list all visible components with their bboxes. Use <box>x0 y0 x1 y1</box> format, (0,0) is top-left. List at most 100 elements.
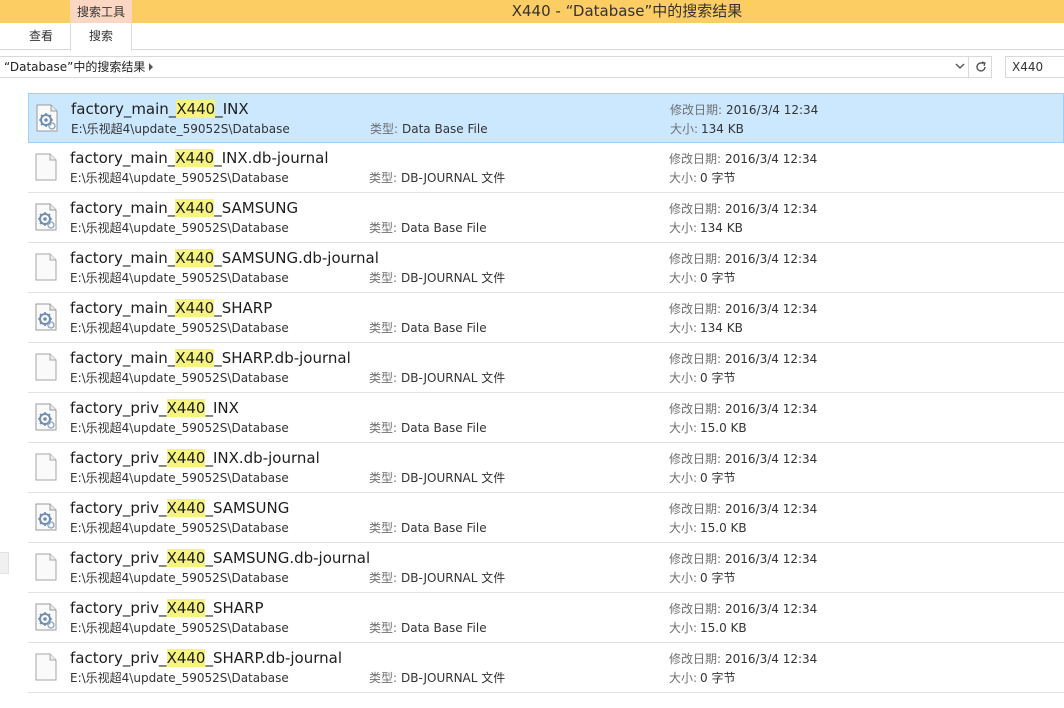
file-name[interactable]: factory_priv_X440_INX <box>70 398 239 418</box>
file-name[interactable]: factory_main_X440_SAMSUNG <box>70 198 298 218</box>
file-name[interactable]: factory_priv_X440_SHARP.db-journal <box>70 648 342 668</box>
tab-search[interactable]: 搜索 <box>70 23 132 51</box>
search-term-highlight: X440 <box>175 299 215 317</box>
file-name-prefix: factory_priv_ <box>70 549 167 567</box>
file-name-suffix: _INX <box>205 399 239 417</box>
modified-label: 修改日期: <box>669 202 722 216</box>
address-dropdown-button[interactable] <box>952 57 968 77</box>
file-name[interactable]: factory_main_X440_SHARP <box>70 298 272 318</box>
file-size: 15.0 KB <box>700 621 747 635</box>
file-row[interactable]: factory_main_X440_INX.db-journal E:\乐视超4\… <box>28 143 1064 193</box>
search-term-highlight: X440 <box>176 100 216 118</box>
file-type: DB-JOURNAL 文件 <box>401 571 506 585</box>
file-row[interactable]: factory_priv_X440_SAMSUNG E:\乐视超4\update_… <box>28 493 1064 543</box>
file-row[interactable]: factory_priv_X440_SHARP.db-journal E:\乐视超… <box>28 643 1064 693</box>
file-name-suffix: _SHARP <box>214 299 273 317</box>
type-label: 类型: <box>369 621 398 635</box>
title-bar[interactable]: 搜索工具 X440 - “Database”中的搜索结果 <box>0 0 1064 23</box>
size-label: 大小: <box>669 571 698 585</box>
database-file-icon <box>35 603 57 631</box>
file-name-prefix: factory_main_ <box>70 299 176 317</box>
search-term-highlight: X440 <box>166 599 206 617</box>
file-row[interactable]: factory_priv_X440_SHARP E:\乐视超4\update_59… <box>28 593 1064 643</box>
modified-label: 修改日期: <box>669 152 722 166</box>
blank-file-icon <box>35 253 57 281</box>
type-label: 类型: <box>369 421 398 435</box>
file-row[interactable]: factory_priv_X440_INX E:\乐视超4\update_5905… <box>28 393 1064 443</box>
file-row[interactable]: factory_main_X440_SHARP.db-journal E:\乐视超… <box>28 343 1064 393</box>
modified-date: 2016/3/4 12:34 <box>725 552 818 566</box>
file-path: E:\乐视超4\update_59052S\Database <box>71 122 290 136</box>
type-label: 类型: <box>369 321 398 335</box>
breadcrumb-chevron-icon[interactable] <box>149 63 153 71</box>
file-row[interactable]: factory_main_X440_SAMSUNG.db-journal E:\乐… <box>28 243 1064 293</box>
modified-date: 2016/3/4 12:34 <box>725 652 818 666</box>
search-term-highlight: X440 <box>166 449 206 467</box>
size-label: 大小: <box>670 122 699 136</box>
file-name-prefix: factory_priv_ <box>70 499 167 517</box>
file-name[interactable]: factory_main_X440_SAMSUNG.db-journal <box>70 248 379 268</box>
file-row[interactable]: factory_main_X440_SAMSUNG E:\乐视超4\update_… <box>28 193 1064 243</box>
type-label: 类型: <box>369 571 398 585</box>
type-label: 类型: <box>369 171 398 185</box>
modified-date: 2016/3/4 12:34 <box>725 302 818 316</box>
modified-label: 修改日期: <box>669 352 722 366</box>
search-tools-context-header: 搜索工具 <box>70 0 132 23</box>
file-type: Data Base File <box>401 421 487 435</box>
modified-label: 修改日期: <box>669 552 722 566</box>
file-size: 0 字节 <box>700 571 736 585</box>
tab-view[interactable]: 查看 <box>14 23 68 50</box>
modified-label: 修改日期: <box>669 252 722 266</box>
search-input[interactable]: X440 <box>1005 56 1064 78</box>
breadcrumb[interactable]: “Database”中的搜索结果 <box>4 57 145 77</box>
file-name[interactable]: factory_priv_X440_SHARP <box>70 598 264 618</box>
nav-pane-item[interactable] <box>0 552 9 574</box>
refresh-button[interactable] <box>968 57 992 77</box>
type-label: 类型: <box>369 471 398 485</box>
file-name-suffix: _INX <box>215 100 249 118</box>
database-file-icon <box>35 303 57 331</box>
file-path: E:\乐视超4\update_59052S\Database <box>70 521 289 535</box>
file-path: E:\乐视超4\update_59052S\Database <box>70 571 289 585</box>
size-label: 大小: <box>669 421 698 435</box>
file-name[interactable]: factory_priv_X440_INX.db-journal <box>70 448 320 468</box>
modified-label: 修改日期: <box>670 103 723 117</box>
modified-date: 2016/3/4 12:34 <box>725 402 818 416</box>
file-name-prefix: factory_priv_ <box>70 649 167 667</box>
navigation-pane[interactable] <box>0 86 12 708</box>
file-row[interactable]: factory_priv_X440_INX.db-journal E:\乐视超4\… <box>28 443 1064 493</box>
file-row[interactable]: factory_main_X440_SHARP E:\乐视超4\update_59… <box>28 293 1064 343</box>
file-name-suffix: _INX.db-journal <box>205 449 320 467</box>
modified-label: 修改日期: <box>669 402 722 416</box>
size-label: 大小: <box>669 171 698 185</box>
file-name[interactable]: factory_main_X440_INX <box>71 99 249 119</box>
database-file-icon <box>35 203 57 231</box>
file-path: E:\乐视超4\update_59052S\Database <box>70 671 289 685</box>
file-row[interactable]: factory_main_X440_INX E:\乐视超4\update_5905… <box>28 93 1064 143</box>
type-label: 类型: <box>369 521 398 535</box>
size-label: 大小: <box>669 371 698 385</box>
file-row[interactable]: factory_priv_X440_SAMSUNG.db-journal E:\乐… <box>28 543 1064 593</box>
file-name[interactable]: factory_priv_X440_SAMSUNG <box>70 498 289 518</box>
file-size: 15.0 KB <box>700 521 747 535</box>
file-type: Data Base File <box>401 621 487 635</box>
file-path: E:\乐视超4\update_59052S\Database <box>70 371 289 385</box>
address-bar[interactable]: “Database”中的搜索结果 <box>0 56 992 78</box>
size-label: 大小: <box>669 471 698 485</box>
file-name[interactable]: factory_main_X440_INX.db-journal <box>70 148 328 168</box>
size-label: 大小: <box>669 621 698 635</box>
file-name[interactable]: factory_main_X440_SHARP.db-journal <box>70 348 351 368</box>
file-name-prefix: factory_main_ <box>71 100 177 118</box>
modified-label: 修改日期: <box>669 502 722 516</box>
database-file-icon <box>35 403 57 431</box>
chevron-down-icon <box>955 63 965 69</box>
file-size: 134 KB <box>701 122 744 136</box>
search-term-highlight: X440 <box>175 349 215 367</box>
type-label: 类型: <box>369 371 398 385</box>
search-term-highlight: X440 <box>175 199 215 217</box>
modified-date: 2016/3/4 12:34 <box>725 252 818 266</box>
file-name[interactable]: factory_priv_X440_SAMSUNG.db-journal <box>70 548 370 568</box>
file-path: E:\乐视超4\update_59052S\Database <box>70 321 289 335</box>
ribbon-tab-bar: 查看 搜索 <box>0 23 1064 51</box>
size-label: 大小: <box>669 321 698 335</box>
